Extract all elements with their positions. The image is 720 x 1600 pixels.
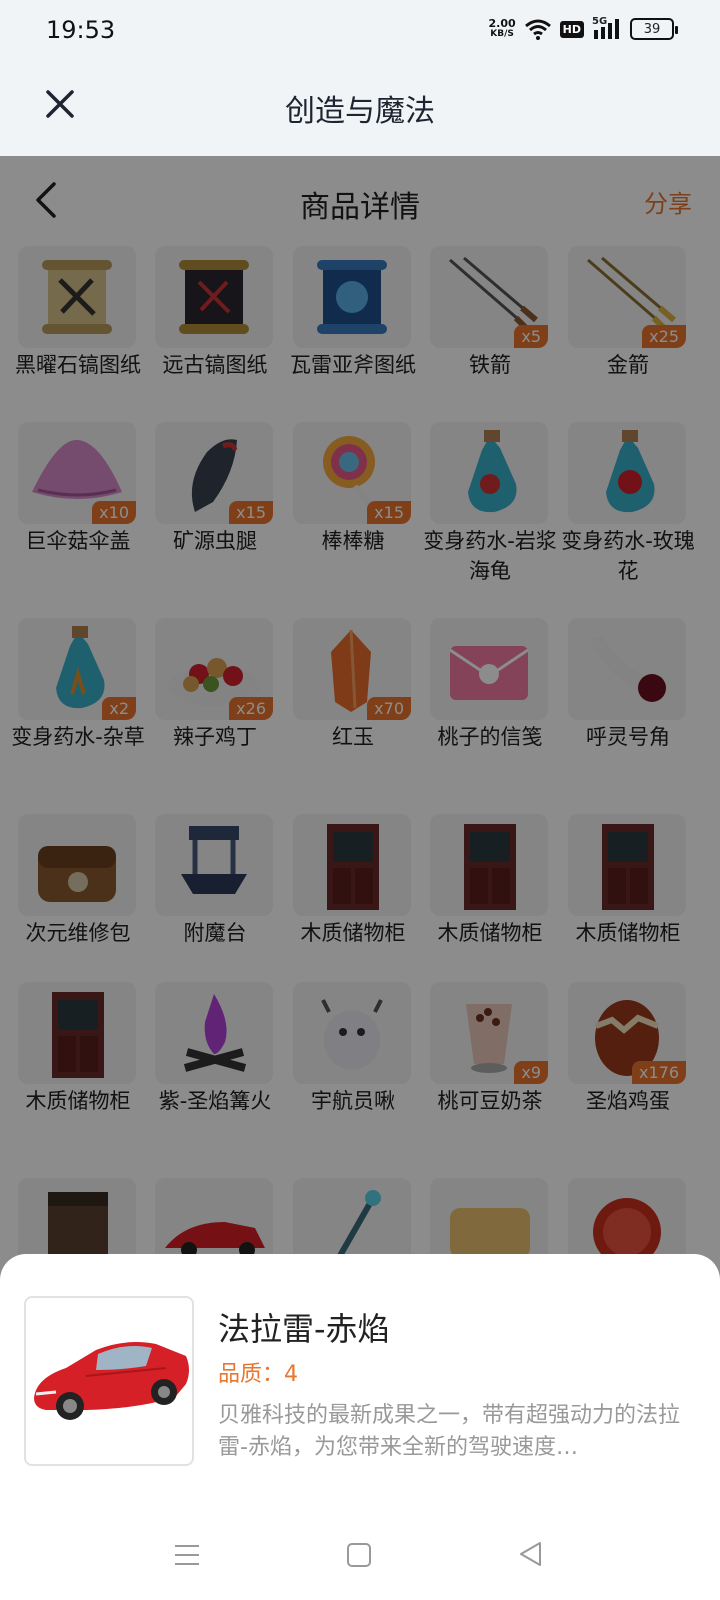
signal-icon: 5G xyxy=(592,16,622,40)
battery-icon: 39 xyxy=(630,18,678,40)
system-nav-bar xyxy=(0,1520,720,1600)
network-speed: 2.00 KB/S xyxy=(489,18,516,40)
status-icons: 2.00 KB/S HD 5G 39 xyxy=(489,16,678,40)
product-description: 贝雅科技的最新成果之一，带有超强动力的法拉雷-赤焰，为您带来全新的驾驶速度… xyxy=(218,1403,681,1460)
app-title: 创造与魔法 xyxy=(285,94,435,129)
speed-value: 2.00 xyxy=(488,17,516,30)
hd-badge: HD xyxy=(559,20,584,38)
product-image xyxy=(24,1296,194,1466)
red-sports-car-icon xyxy=(34,1342,189,1420)
menu-icon[interactable] xyxy=(174,1542,200,1568)
status-bar: 19:53 2.00 KB/S HD 5G 39 xyxy=(0,0,720,62)
back-triangle-icon[interactable] xyxy=(518,1540,544,1568)
wifi-icon xyxy=(524,19,551,40)
home-icon[interactable] xyxy=(346,1542,372,1568)
app-header: 创造与魔法 xyxy=(0,62,720,156)
speed-unit: KB/S xyxy=(490,29,514,39)
product-quality: 品质：4 xyxy=(218,1362,298,1387)
product-name: 法拉雷-赤焰 xyxy=(218,1310,390,1348)
status-time: 19:53 xyxy=(46,16,116,44)
battery-level: 39 xyxy=(643,21,661,37)
